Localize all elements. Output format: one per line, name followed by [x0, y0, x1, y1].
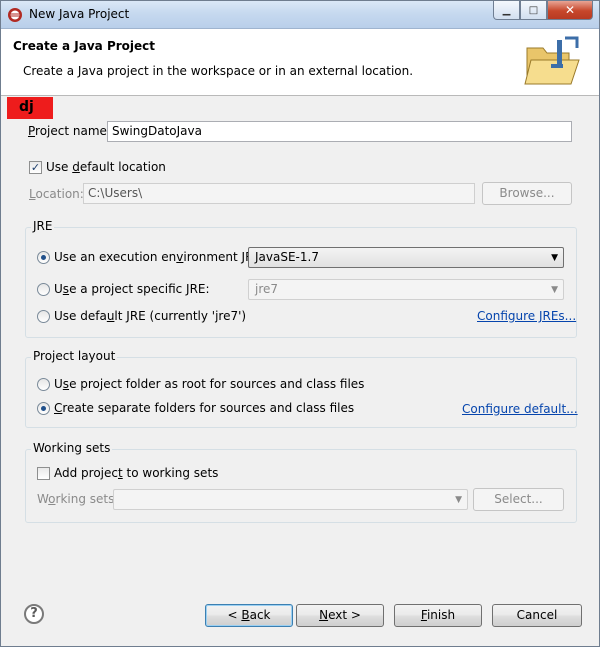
minimize-icon: ▁: [502, 4, 511, 16]
maximize-button[interactable]: □: [520, 1, 547, 20]
minimize-button[interactable]: ▁: [493, 1, 520, 20]
project-folder-root-label[interactable]: Use project folder as root for sources a…: [54, 377, 364, 391]
eclipse-icon: [8, 8, 22, 22]
use-default-location-label[interactable]: Use default location: [46, 160, 166, 174]
add-to-working-sets-label[interactable]: Add project to working sets: [54, 466, 218, 480]
location-label: Location:: [29, 187, 84, 201]
window-title: New Java Project: [29, 7, 130, 21]
wizard-banner: Create a Java Project Create a Java proj…: [1, 29, 599, 96]
project-specific-jre-radio[interactable]: [37, 283, 50, 296]
java-project-wizard-icon: [524, 36, 580, 85]
location-input[interactable]: C:\Users\: [83, 183, 475, 204]
back-button[interactable]: < Back: [205, 604, 293, 627]
project-specific-jre-select[interactable]: jre7 ▼: [248, 279, 564, 300]
close-button[interactable]: ✕: [547, 1, 593, 20]
project-specific-jre-value: jre7: [255, 282, 279, 296]
chevron-down-icon: ▼: [551, 253, 558, 263]
browse-button[interactable]: Browse...: [482, 182, 572, 205]
page-title: Create a Java Project: [13, 39, 156, 53]
finish-button[interactable]: Finish: [394, 604, 482, 627]
project-layout-group: [25, 357, 577, 428]
execution-environment-label[interactable]: Use an execution environment JRE:: [54, 250, 265, 264]
chevron-down-icon: ▼: [455, 495, 462, 505]
project-specific-jre-label[interactable]: Use a project specific JRE:: [54, 282, 210, 296]
default-jre-radio[interactable]: [37, 310, 50, 323]
execution-environment-select[interactable]: JavaSE-1.7 ▼: [248, 247, 564, 268]
project-folder-root-radio[interactable]: [37, 378, 50, 391]
window-controls: ▁ □ ✕: [493, 1, 593, 20]
maximize-icon: □: [528, 4, 539, 16]
project-name-label: Project name:: [28, 124, 111, 138]
working-sets-group-title: Working sets: [31, 441, 113, 455]
page-description: Create a Java project in the workspace o…: [23, 64, 414, 78]
new-java-project-dialog: New Java Project ▁ □ ✕ Create a Java Pro…: [0, 0, 600, 647]
working-sets-group: [25, 449, 577, 523]
add-to-working-sets-checkbox[interactable]: [37, 467, 50, 480]
project-name-input[interactable]: SwingDatoJava: [107, 121, 572, 142]
jre-group-title: JRE: [31, 219, 55, 233]
cancel-button[interactable]: Cancel: [492, 604, 582, 627]
working-sets-label: Working sets:: [37, 492, 119, 506]
close-icon: ✕: [564, 3, 576, 17]
use-default-location-checkbox[interactable]: ✓: [29, 161, 42, 174]
execution-environment-value: JavaSE-1.7: [255, 250, 319, 264]
help-icon[interactable]: ?: [24, 604, 44, 624]
project-layout-group-title: Project layout: [31, 349, 118, 363]
execution-environment-radio[interactable]: [37, 251, 50, 264]
configure-jres-link[interactable]: Configure JREs...: [477, 309, 576, 323]
chevron-down-icon: ▼: [551, 285, 558, 295]
default-jre-label[interactable]: Use default JRE (currently 'jre7'): [54, 309, 246, 323]
next-button[interactable]: Next >: [296, 604, 384, 627]
configure-default-link[interactable]: Configure default...: [462, 402, 578, 416]
separate-folders-label[interactable]: Create separate folders for sources and …: [54, 401, 354, 415]
select-working-sets-button[interactable]: Select...: [473, 488, 564, 511]
working-sets-select[interactable]: ▼: [113, 489, 468, 510]
separate-folders-radio[interactable]: [37, 402, 50, 415]
title-bar[interactable]: New Java Project ▁ □ ✕: [1, 1, 599, 29]
error-tag: dj: [7, 97, 53, 119]
